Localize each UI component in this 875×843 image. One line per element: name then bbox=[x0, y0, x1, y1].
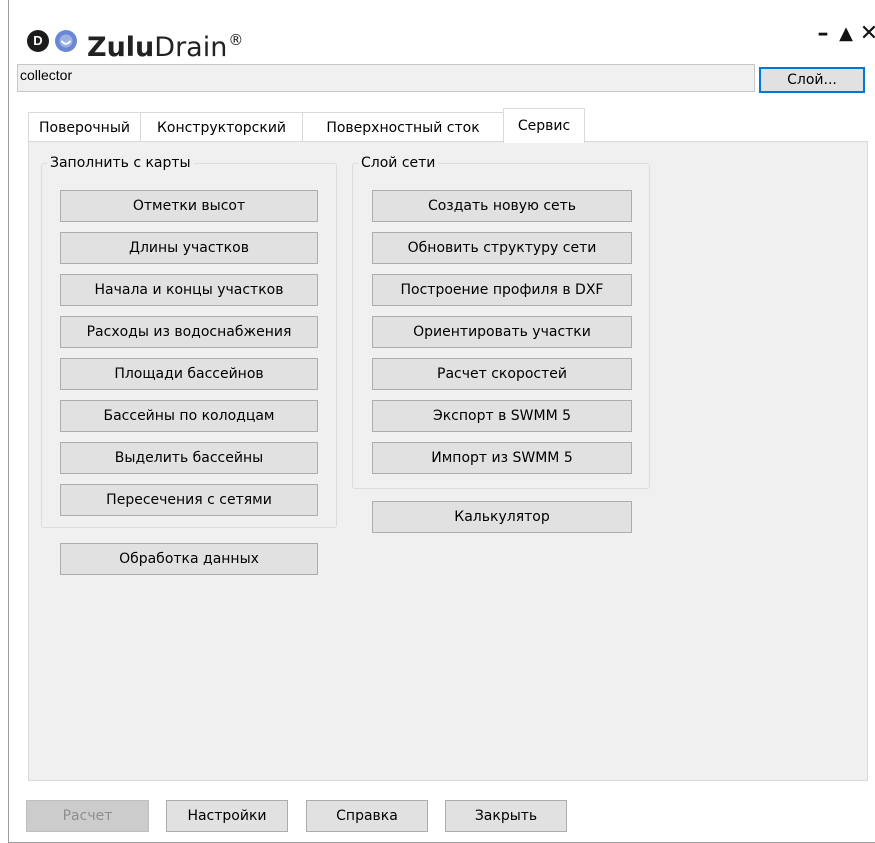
basin-areas-button[interactable]: Площади бассейнов bbox=[60, 358, 318, 390]
settings-button[interactable]: Настройки bbox=[166, 800, 288, 832]
fill-from-map-title: Заполнить с карты bbox=[47, 154, 194, 172]
import-swmm-button[interactable]: Импорт из SWMM 5 bbox=[372, 442, 632, 474]
network-intersections-button[interactable]: Пересечения с сетями bbox=[60, 484, 318, 516]
orient-sections-button[interactable]: Ориентировать участки bbox=[372, 316, 632, 348]
data-processing-button[interactable]: Обработка данных bbox=[60, 543, 318, 575]
brand-title: ZuluDrain® bbox=[87, 22, 244, 63]
tab-konstruktorsky[interactable]: Конструкторский bbox=[140, 112, 303, 142]
basins-by-wells-button[interactable]: Бассейны по колодцам bbox=[60, 400, 318, 432]
update-network-structure-button[interactable]: Обновить структуру сети bbox=[372, 232, 632, 264]
title-bar: D ZuluDrain® – ▲ ✕ bbox=[9, 0, 875, 63]
export-swmm-button[interactable]: Экспорт в SWMM 5 bbox=[372, 400, 632, 432]
section-lengths-button[interactable]: Длины участков bbox=[60, 232, 318, 264]
brand-part2: Drain bbox=[154, 32, 228, 63]
layer-field[interactable]: collector bbox=[17, 64, 755, 92]
close-window-button[interactable]: ✕ bbox=[858, 22, 875, 46]
section-ends-button[interactable]: Начала и концы участков bbox=[60, 274, 318, 306]
brand-registered-mark: ® bbox=[228, 31, 244, 49]
network-layer-title: Слой сети bbox=[358, 154, 439, 172]
close-button[interactable]: Закрыть bbox=[445, 800, 567, 832]
tab-poverochny[interactable]: Поверочный bbox=[28, 112, 141, 142]
logo-d-icon: D bbox=[27, 30, 49, 52]
velocity-calc-button[interactable]: Расчет скоростей bbox=[372, 358, 632, 390]
brand-part1: Zulu bbox=[87, 32, 155, 63]
help-button[interactable]: Справка bbox=[306, 800, 428, 832]
calculator-button[interactable]: Калькулятор bbox=[372, 501, 632, 533]
app-window: D ZuluDrain® – ▲ ✕ collector Слой... Пов… bbox=[8, 0, 875, 843]
tab-bar: Поверочный Конструкторский Поверхностный… bbox=[28, 108, 828, 143]
tab-surface-runoff[interactable]: Поверхностный сток bbox=[302, 112, 504, 142]
layer-select-button[interactable]: Слой... bbox=[759, 67, 865, 93]
minimize-button[interactable]: – bbox=[812, 22, 834, 46]
logo-face-icon bbox=[55, 30, 77, 52]
service-tab-panel: Заполнить с карты Отметки высот Длины уч… bbox=[28, 141, 868, 781]
water-supply-flows-button[interactable]: Расходы из водоснабжения bbox=[60, 316, 318, 348]
maximize-button[interactable]: ▲ bbox=[835, 22, 857, 46]
select-basins-button[interactable]: Выделить бассейны bbox=[60, 442, 318, 474]
dxf-profile-button[interactable]: Построение профиля в DXF bbox=[372, 274, 632, 306]
elevations-button[interactable]: Отметки высот bbox=[60, 190, 318, 222]
create-network-button[interactable]: Создать новую сеть bbox=[372, 190, 632, 222]
tab-service[interactable]: Сервис bbox=[503, 108, 585, 143]
calculate-button[interactable]: Расчет bbox=[26, 800, 149, 832]
